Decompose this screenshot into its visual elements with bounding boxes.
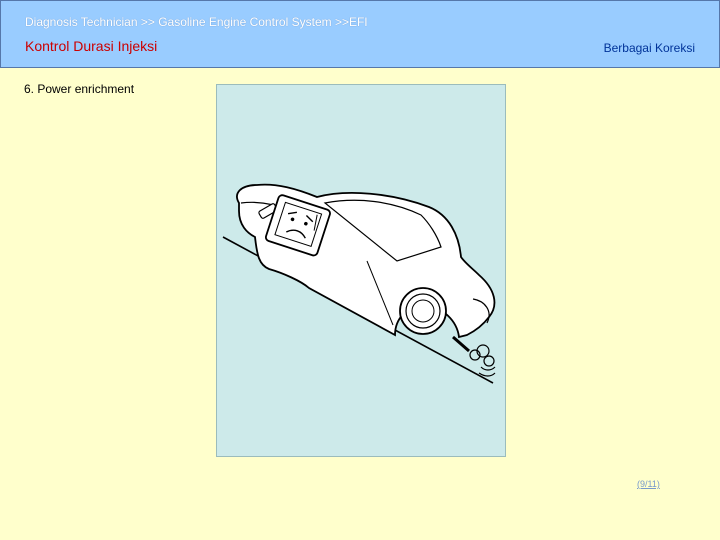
car-uphill-illustration <box>222 183 496 384</box>
breadcrumb: Diagnosis Technician >> Gasoline Engine … <box>25 15 368 29</box>
illustration-panel <box>216 84 506 457</box>
section-subtitle: Berbagai Koreksi <box>603 41 695 55</box>
page-number-link[interactable]: (9/11) <box>637 479 660 489</box>
header-bar: Diagnosis Technician >> Gasoline Engine … <box>0 0 720 68</box>
section-label: 6. Power enrichment <box>24 82 135 96</box>
page-title: Kontrol Durasi Injeksi <box>25 38 158 54</box>
